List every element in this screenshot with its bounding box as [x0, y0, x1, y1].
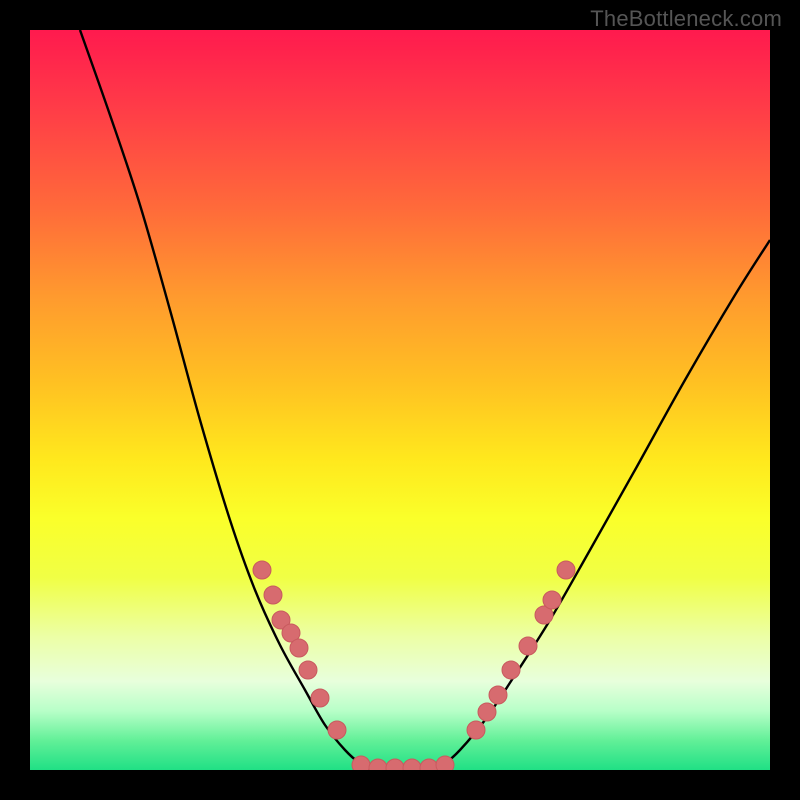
curve-line — [80, 30, 770, 769]
dot — [290, 639, 308, 657]
chart-container: TheBottleneck.com — [0, 0, 800, 800]
dot — [543, 591, 561, 609]
watermark-text: TheBottleneck.com — [590, 6, 782, 32]
dot — [420, 759, 438, 770]
dot — [467, 721, 485, 739]
dot — [311, 689, 329, 707]
dot — [403, 759, 421, 770]
dot — [478, 703, 496, 721]
dot — [369, 759, 387, 770]
plot-area — [30, 30, 770, 770]
dot — [436, 756, 454, 770]
dot — [557, 561, 575, 579]
dots-group — [253, 561, 575, 770]
dot — [489, 686, 507, 704]
dot — [299, 661, 317, 679]
dot — [328, 721, 346, 739]
chart-svg — [30, 30, 770, 770]
dot — [352, 756, 370, 770]
dot — [502, 661, 520, 679]
dot — [253, 561, 271, 579]
dot — [386, 759, 404, 770]
dot — [519, 637, 537, 655]
dot — [264, 586, 282, 604]
